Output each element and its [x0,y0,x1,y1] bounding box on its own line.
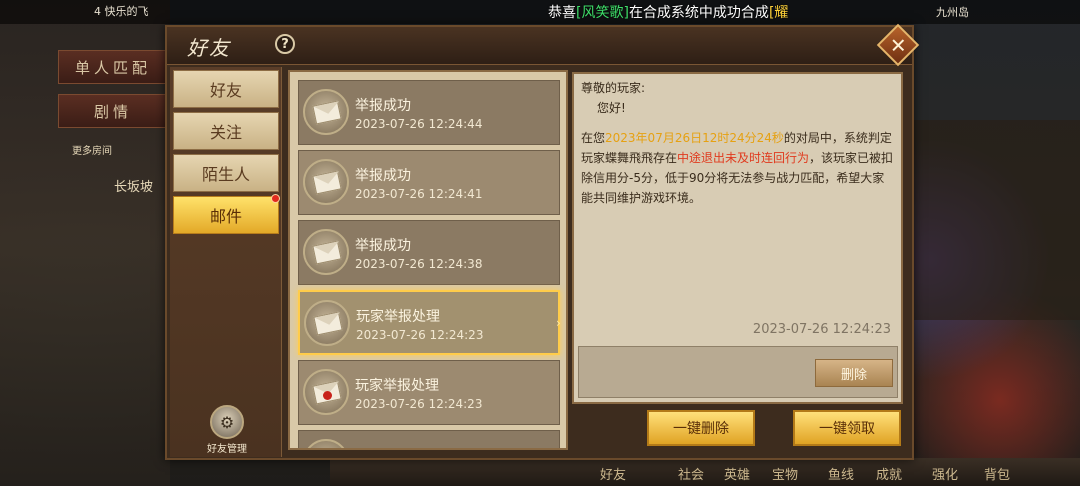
dialog-title: 好友 [187,36,231,60]
more-rooms-link[interactable]: 更多房间 [72,142,112,157]
bottom-item-backpack[interactable]: 背包 [984,464,1010,483]
friends-nav: 好友 关注 陌生人 邮件 ⚙ 好友管理 [170,67,282,457]
mail-body-time: 2023年07月26日12时24分24秒 [605,131,784,145]
bottom-item-friends[interactable]: 好友 [600,464,626,483]
side-text-changban[interactable]: 长坂坡 [114,176,153,195]
mail-title: 举报成功 [355,238,411,254]
envelope-icon [303,89,349,135]
dialog-header: 好友 ? ✕ [167,23,920,67]
friend-management-button[interactable]: ⚙ 好友管理 [196,405,258,455]
friends-dialog: 好友 ? ✕ 好友 关注 陌生人 邮件 ⚙ 好友管理 举报成功 2023-07-… [165,23,920,460]
single-match-button[interactable]: 单人匹配 [58,50,168,84]
game-right-panel [912,120,1080,320]
close-button[interactable]: ✕ [876,23,920,67]
bottom-item-enhance[interactable]: 强化 [932,464,958,483]
mail-time: 2023-07-26 12:24:23 [356,328,484,342]
friend-management-icon: ⚙ [210,405,244,439]
mail-greeting: 尊敬的玩家: [581,81,646,95]
mail-detail: 尊敬的玩家: 您好! 在您2023年07月26日12时24分24秒的对局中，系统… [572,72,903,404]
claim-all-button[interactable]: 一键领取 [793,410,901,446]
bottom-item-fishing[interactable]: 鱼线 [828,464,854,483]
mail-item[interactable]: 举报成功 2023-07-26 12:24:41 [298,150,560,215]
mail-time: 2023-07-26 12:24:23 [355,397,483,411]
delete-button[interactable]: 删除 [815,359,893,387]
close-icon: ✕ [889,32,907,57]
mail-body: 在您2023年07月26日12时24分24秒的对局中，系统判定玩家蝶舞飛飛存在中… [581,128,894,208]
mail-title: 举报成功 [355,98,411,114]
tab-mail[interactable]: 邮件 [173,194,280,234]
mail-body-part1: 在您 [581,131,606,145]
tab-mail-label: 邮件 [209,207,242,226]
mail-title: 举报成功 [355,168,411,184]
bottom-item-achievements[interactable]: 成就 [876,464,902,483]
envelope-icon [303,229,349,275]
map-name: 九州岛 [936,6,969,19]
tab-friends[interactable]: 好友 [173,70,279,108]
mail-body-violation: 中途退出未及时连回行为 [677,151,810,165]
envelope-icon [303,159,349,205]
mail-item[interactable]: 举报成功 2023-07-26 12:24:38 [298,220,560,285]
announce-player: [风笑歌] [576,5,629,21]
player-info: 4 快乐的飞 [94,5,149,18]
mail-hello: 您好! [597,101,626,115]
mail-item[interactable]: 玩家举报处理 2023-07-26 12:24:23 [298,360,560,425]
mail-title: 玩家举报处理 [356,309,440,325]
attachment-area: 删除 [578,346,898,398]
mail-title: 玩家举报处理 [355,378,439,394]
announce-middle: 在合成系统中成功合成 [628,5,769,21]
friend-management-label: 好友管理 [207,444,247,455]
mail-time: 2023-07-26 12:24:44 [355,117,483,131]
announce-item: [耀 [768,5,789,21]
game-top-bar [0,0,1080,24]
bottom-item-social[interactable]: 社会 [678,464,704,483]
story-button[interactable]: 剧情 [58,94,168,128]
sealed-envelope-icon [303,369,349,415]
mail-item-partial[interactable] [298,430,560,448]
help-button[interactable]: ? [275,34,295,54]
mail-list[interactable]: 举报成功 2023-07-26 12:24:44 举报成功 2023-07-26… [288,70,568,450]
bottom-item-treasure[interactable]: 宝物 [772,464,798,483]
tab-following[interactable]: 关注 [173,112,279,150]
announce-prefix: 恭喜 [548,5,576,21]
mail-item[interactable]: 举报成功 2023-07-26 12:24:44 [298,80,560,145]
chevron-right-icon: › [556,316,561,330]
unread-dot-icon [271,194,280,203]
tab-strangers[interactable]: 陌生人 [173,154,279,192]
mail-date: 2023-07-26 12:24:23 [752,322,891,337]
mail-content: 尊敬的玩家: 您好! 在您2023年07月26日12时24分24秒的对局中，系统… [578,78,897,302]
mail-time: 2023-07-26 12:24:41 [355,187,483,201]
envelope-icon [304,300,350,346]
mail-item-selected[interactable]: 玩家举报处理 2023-07-26 12:24:23 › [298,290,561,355]
system-announcement: 恭喜[风笑歌]在合成系统中成功合成[耀 [548,2,788,22]
envelope-icon [303,439,349,448]
delete-all-button[interactable]: 一键删除 [647,410,755,446]
mail-time: 2023-07-26 12:24:38 [355,257,483,271]
game-bottom-bar [330,458,1080,486]
bottom-item-heroes[interactable]: 英雄 [724,464,750,483]
